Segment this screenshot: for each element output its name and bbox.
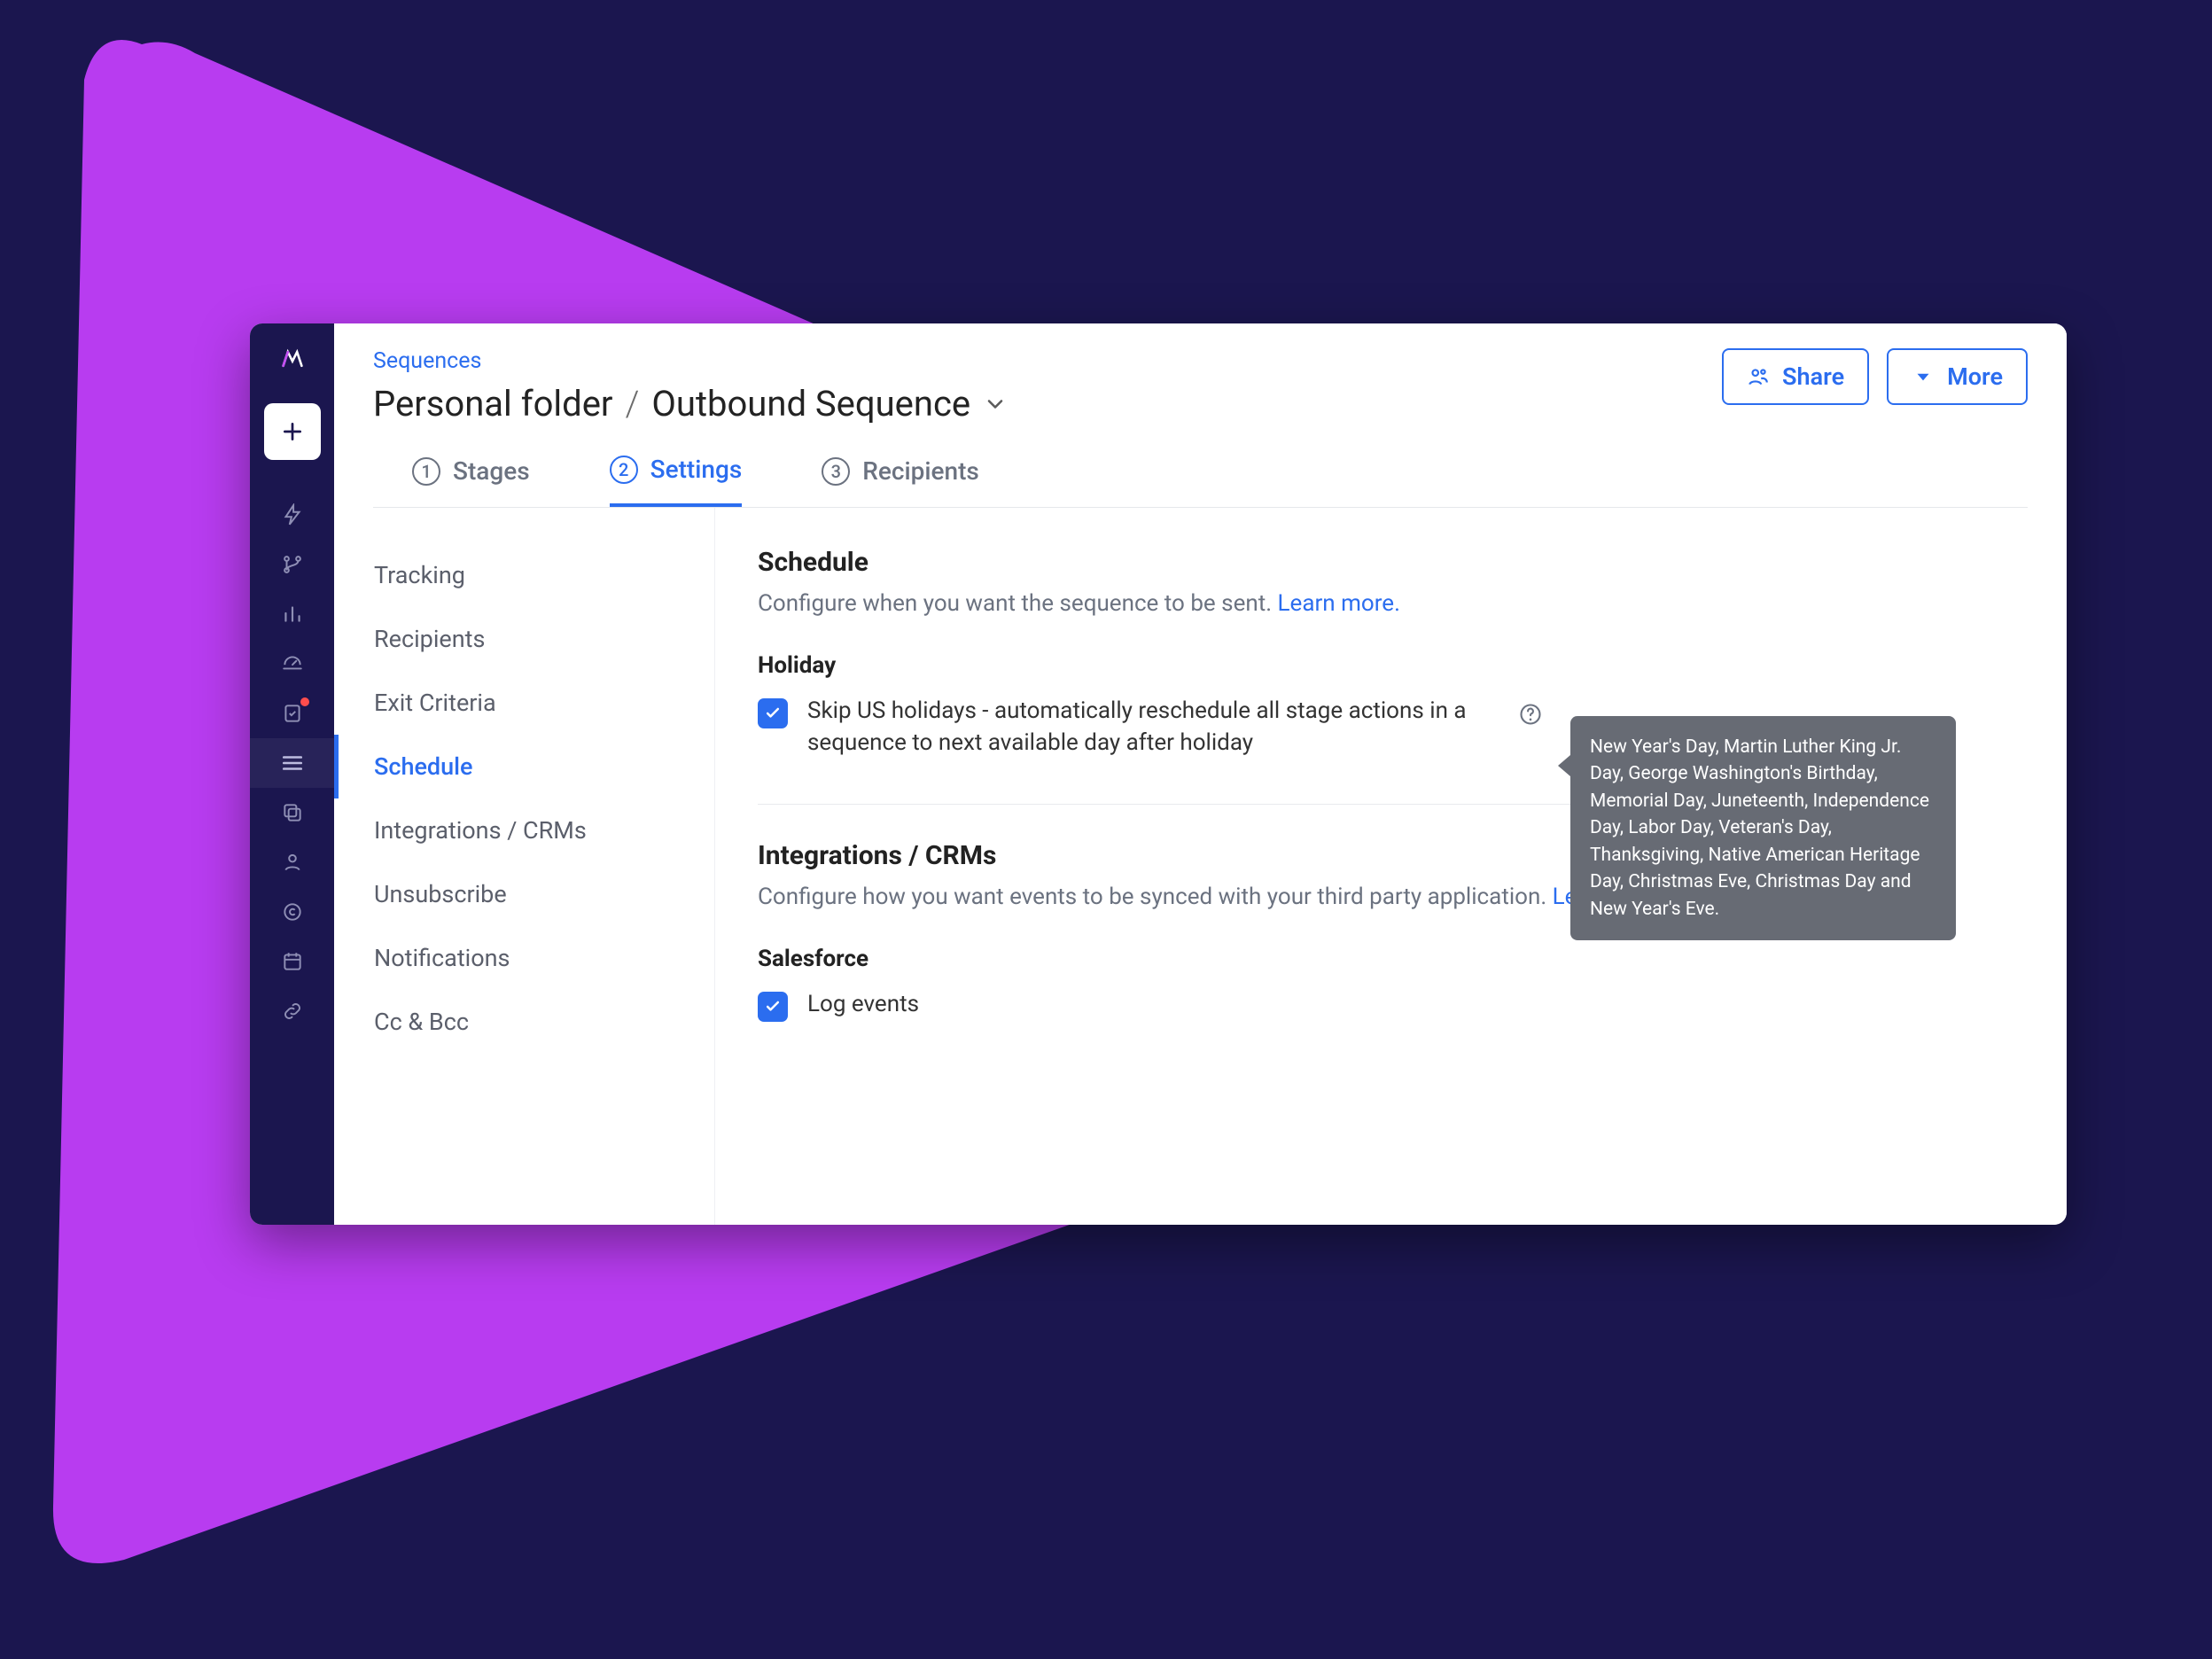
rail-add-button[interactable] — [264, 403, 321, 460]
rail-copyright-icon[interactable] — [250, 887, 334, 937]
caret-down-icon — [1912, 365, 1935, 388]
sidenav-exit-criteria[interactable]: Exit Criteria — [334, 671, 714, 735]
tab-stages[interactable]: 1 Stages — [412, 455, 530, 507]
rail-bolt-icon[interactable] — [250, 490, 334, 540]
content: Schedule Configure when you want the seq… — [715, 508, 2067, 1225]
left-rail — [250, 323, 334, 1225]
schedule-desc-text: Configure when you want the sequence to … — [758, 590, 1278, 617]
rail-link-icon[interactable] — [250, 986, 334, 1036]
rail-branch-icon[interactable] — [250, 540, 334, 589]
check-icon — [764, 705, 782, 722]
tab-label: Recipients — [862, 456, 979, 486]
body: Tracking Recipients Exit Criteria Schedu… — [334, 508, 2067, 1225]
app-window: Sequences Personal folder / Outbound Seq… — [250, 323, 2067, 1225]
main-panel: Sequences Personal folder / Outbound Seq… — [334, 323, 2067, 1225]
section-divider — [758, 804, 1608, 805]
tab-label: Stages — [453, 456, 530, 486]
log-events-label: Log events — [807, 988, 919, 1020]
rail-calendar-icon[interactable] — [250, 937, 334, 986]
sidenav-integrations[interactable]: Integrations / CRMs — [334, 798, 714, 862]
settings-sidenav: Tracking Recipients Exit Criteria Schedu… — [334, 508, 715, 1225]
app-logo — [275, 341, 310, 377]
sidenav-tracking[interactable]: Tracking — [334, 543, 714, 607]
holiday-tooltip: New Year's Day, Martin Luther King Jr. D… — [1570, 716, 1956, 940]
breadcrumb-separator: / — [625, 383, 639, 424]
breadcrumb: Personal folder / Outbound Sequence — [373, 383, 1008, 424]
more-button-label: More — [1947, 362, 2003, 391]
more-button[interactable]: More — [1887, 348, 2028, 405]
rail-sequences-icon[interactable] — [250, 738, 334, 788]
tab-number: 2 — [610, 456, 638, 484]
schedule-title: Schedule — [758, 547, 2024, 578]
tab-recipients[interactable]: 3 Recipients — [822, 455, 979, 507]
rail-tasks-icon[interactable] — [250, 689, 334, 738]
tab-number: 1 — [412, 457, 440, 486]
notification-dot — [299, 696, 311, 708]
breadcrumb-root[interactable]: Sequences — [373, 348, 1008, 374]
sidenav-unsubscribe[interactable]: Unsubscribe — [334, 862, 714, 926]
rail-dashboard-icon[interactable] — [250, 639, 334, 689]
tab-number: 3 — [822, 457, 850, 486]
skip-holidays-label: Skip US holidays - automatically resched… — [807, 695, 1481, 759]
chevron-down-icon[interactable] — [983, 392, 1008, 417]
rail-chart-icon[interactable] — [250, 589, 334, 639]
share-button-label: Share — [1782, 362, 1844, 391]
people-icon — [1747, 365, 1770, 388]
breadcrumb-folder[interactable]: Personal folder — [373, 383, 612, 424]
log-events-checkbox[interactable] — [758, 992, 788, 1022]
sidenav-schedule[interactable]: Schedule — [334, 735, 714, 798]
holiday-subheading: Holiday — [758, 652, 2024, 679]
check-icon — [764, 998, 782, 1016]
skip-holidays-checkbox[interactable] — [758, 698, 788, 728]
rail-templates-icon[interactable] — [250, 788, 334, 837]
tab-settings[interactable]: 2 Settings — [610, 455, 743, 507]
log-events-row: Log events — [758, 988, 2024, 1022]
tabs: 1 Stages 2 Settings 3 Recipients — [373, 424, 2028, 508]
header: Sequences Personal folder / Outbound Seq… — [334, 323, 2067, 508]
holiday-help-icon[interactable] — [1518, 702, 1543, 730]
schedule-desc: Configure when you want the sequence to … — [758, 590, 2024, 617]
page-title[interactable]: Outbound Sequence — [651, 383, 970, 424]
tab-label: Settings — [650, 455, 743, 484]
share-button[interactable]: Share — [1722, 348, 1869, 405]
rail-person-icon[interactable] — [250, 837, 334, 887]
integrations-desc-text: Configure how you want events to be sync… — [758, 884, 1553, 910]
sidenav-notifications[interactable]: Notifications — [334, 926, 714, 990]
salesforce-subheading: Salesforce — [758, 946, 2024, 972]
sidenav-recipients[interactable]: Recipients — [334, 607, 714, 671]
schedule-learn-more-link[interactable]: Learn more. — [1278, 590, 1400, 617]
sidenav-cc-bcc[interactable]: Cc & Bcc — [334, 990, 714, 1054]
